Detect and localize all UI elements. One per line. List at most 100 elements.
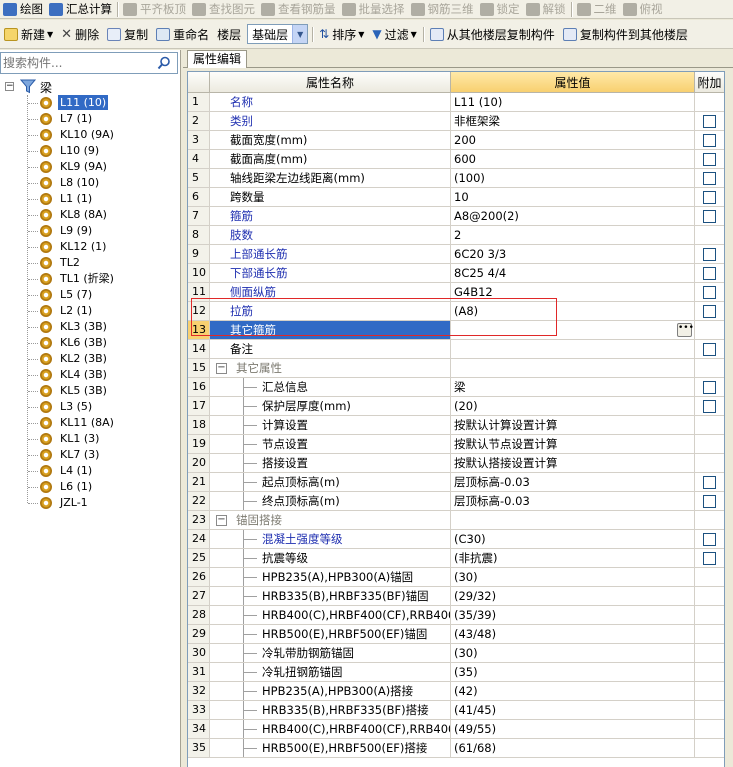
tree-item[interactable]: L11 (10) xyxy=(0,95,180,111)
property-value-cell[interactable]: (30) xyxy=(451,644,695,663)
chevron-down-icon[interactable]: ▼ xyxy=(292,25,308,43)
property-value-cell[interactable]: G4B12 xyxy=(451,283,695,302)
table-row[interactable]: 23− 锚固搭接 xyxy=(188,511,724,530)
property-value-cell[interactable]: (43/48) xyxy=(451,625,695,644)
tree-item[interactable]: L1 (1) xyxy=(0,191,180,207)
search-icon[interactable] xyxy=(153,54,175,72)
property-name-cell[interactable]: 箍筋 xyxy=(210,207,451,226)
attach-checkbox[interactable] xyxy=(703,552,716,565)
tree-item[interactable]: L4 (1) xyxy=(0,463,180,479)
property-value-cell[interactable]: (41/45) xyxy=(451,701,695,720)
property-name-cell[interactable]: HRB400(C),HRBF400(CF),RRB400(D)锚 xyxy=(210,606,451,625)
property-name-cell[interactable]: 轴线距梁左边线距离(mm) xyxy=(210,169,451,188)
tree-item[interactable]: KL11 (8A) xyxy=(0,415,180,431)
property-name-cell[interactable]: 其它箍筋 xyxy=(210,321,451,340)
table-row[interactable]: 4 截面高度(mm) 600 xyxy=(188,150,724,169)
attach-checkbox[interactable] xyxy=(703,248,716,261)
property-value-cell[interactable]: (A8) xyxy=(451,302,695,321)
table-row[interactable]: 30 冷轧带肋钢筋锚固 (30) xyxy=(188,644,724,663)
attach-checkbox[interactable] xyxy=(703,115,716,128)
tree-item[interactable]: L9 (9) xyxy=(0,223,180,239)
table-row[interactable]: 10 下部通长筋 8C25 4/4 xyxy=(188,264,724,283)
table-row[interactable]: 11 侧面纵筋 G4B12 xyxy=(188,283,724,302)
tree-item[interactable]: L2 (1) xyxy=(0,303,180,319)
property-name-cell[interactable]: HRB335(B),HRBF335(BF)锚固 xyxy=(210,587,451,606)
attach-checkbox[interactable] xyxy=(703,210,716,223)
property-name-cell[interactable]: 类别 xyxy=(210,112,451,131)
property-name-cell[interactable]: HRB335(B),HRBF335(BF)搭接 xyxy=(210,701,451,720)
property-value-cell[interactable]: 2 xyxy=(451,226,695,245)
tree-root[interactable]: − 梁 xyxy=(0,78,180,95)
copy-button[interactable]: 复制 xyxy=(103,22,152,46)
copy-from-floor-button[interactable]: 从其他楼层复制构件 xyxy=(426,22,559,46)
attach-checkbox[interactable] xyxy=(703,533,716,546)
toolbar-button-5[interactable]: 批量选择 xyxy=(339,1,408,18)
table-row[interactable]: 26 HPB235(A),HPB300(A)锚固 (30) xyxy=(188,568,724,587)
property-value-cell[interactable]: 按默认计算设置计算 xyxy=(451,416,695,435)
table-row[interactable]: 16 汇总信息梁 xyxy=(188,378,724,397)
property-value-cell[interactable]: 梁 xyxy=(451,378,695,397)
table-row[interactable]: 12 拉筋 (A8) xyxy=(188,302,724,321)
property-name-cell[interactable]: 上部通长筋 xyxy=(210,245,451,264)
tree-item[interactable]: KL10 (9A) xyxy=(0,127,180,143)
toolbar-button-10[interactable]: 俯视 xyxy=(620,1,666,18)
toolbar-button-8[interactable]: 解锁 xyxy=(523,1,569,18)
table-row[interactable]: 32 HPB235(A),HPB300(A)搭接 (42) xyxy=(188,682,724,701)
property-name-cell[interactable]: 终点顶标高(m) xyxy=(210,492,451,511)
tree-item[interactable]: KL12 (1) xyxy=(0,239,180,255)
property-value-cell[interactable]: 层顶标高-0.03 xyxy=(451,492,695,511)
toolbar-button-4[interactable]: 查看钢筋量 xyxy=(258,1,339,18)
table-row[interactable]: 13 其它箍筋 ••• xyxy=(188,321,724,340)
table-row[interactable]: 35 HRB500(E),HRBF500(EF)搭接 (61/68) xyxy=(188,739,724,758)
property-value-cell[interactable]: (30) xyxy=(451,568,695,587)
table-row[interactable]: 19 节点设置 按默认节点设置计算 xyxy=(188,435,724,454)
collapse-group-icon[interactable]: − xyxy=(216,363,227,374)
attach-checkbox[interactable] xyxy=(703,495,716,508)
table-row[interactable]: 22 终点顶标高(m) 层顶标高-0.03 xyxy=(188,492,724,511)
table-row[interactable]: 17 保护层厚度(mm) (20) xyxy=(188,397,724,416)
property-value-cell[interactable]: A8@200(2) xyxy=(451,207,695,226)
table-row[interactable]: 29 HRB500(E),HRBF500(EF)锚固 (43/48) xyxy=(188,625,724,644)
property-value-cell[interactable]: 600 xyxy=(451,150,695,169)
tree-item[interactable]: L7 (1) xyxy=(0,111,180,127)
table-row[interactable]: 27 HRB335(B),HRBF335(BF)锚固 (29/32) xyxy=(188,587,724,606)
table-row[interactable]: 5 轴线距梁左边线距离(mm) (100) xyxy=(188,169,724,188)
attach-checkbox[interactable] xyxy=(703,153,716,166)
attach-checkbox[interactable] xyxy=(703,286,716,299)
tree-item[interactable]: JZL-1 xyxy=(0,495,180,511)
tree-item[interactable]: KL4 (3B) xyxy=(0,367,180,383)
sort-button[interactable]: ⇅ 排序 ▼ xyxy=(315,22,368,46)
property-name-cell[interactable]: 跨数量 xyxy=(210,188,451,207)
table-row[interactable]: 31 冷轧扭钢筋锚固 (35) xyxy=(188,663,724,682)
tab-property-edit[interactable]: 属性编辑 xyxy=(187,50,248,68)
table-row[interactable]: 14 备注 xyxy=(188,340,724,359)
collapse-icon[interactable]: − xyxy=(5,82,14,91)
toolbar-button-2[interactable]: 平齐板顶 xyxy=(120,1,189,18)
property-value-cell[interactable] xyxy=(451,511,695,530)
table-row[interactable]: 25 抗震等级 (非抗震) xyxy=(188,549,724,568)
filter-button[interactable]: ▼ 过滤 ▼ xyxy=(368,22,420,46)
collapse-group-icon[interactable]: − xyxy=(216,515,227,526)
table-row[interactable]: 18 计算设置 按默认计算设置计算 xyxy=(188,416,724,435)
tree-item[interactable]: KL1 (3) xyxy=(0,431,180,447)
tree-item[interactable]: KL5 (3B) xyxy=(0,383,180,399)
property-value-cell[interactable] xyxy=(451,340,695,359)
property-value-cell[interactable]: (35) xyxy=(451,663,695,682)
toolbar-button-1[interactable]: 汇总计算 xyxy=(46,1,115,18)
property-name-cell[interactable]: 截面高度(mm) xyxy=(210,150,451,169)
header-extra[interactable]: 附加 xyxy=(695,72,724,93)
attach-checkbox[interactable] xyxy=(703,381,716,394)
property-value-cell[interactable]: (42) xyxy=(451,682,695,701)
table-row[interactable]: 6 跨数量 10 xyxy=(188,188,724,207)
property-value-cell[interactable]: (100) xyxy=(451,169,695,188)
property-name-cell[interactable]: 截面宽度(mm) xyxy=(210,131,451,150)
header-property-name[interactable]: 属性名称 xyxy=(210,72,451,93)
property-name-cell[interactable]: HRB500(E),HRBF500(EF)搭接 xyxy=(210,739,451,758)
toolbar-button-9[interactable]: 二维 xyxy=(574,1,620,18)
property-name-cell[interactable]: 名称 xyxy=(210,93,451,112)
delete-button[interactable]: ✕ 删除 xyxy=(57,22,103,46)
property-name-cell[interactable]: 汇总信息 xyxy=(210,378,451,397)
toolbar-button-6[interactable]: 钢筋三维 xyxy=(408,1,477,18)
table-row[interactable]: 28HRB400(C),HRBF400(CF),RRB400(D)锚(35/39… xyxy=(188,606,724,625)
attach-checkbox[interactable] xyxy=(703,343,716,356)
